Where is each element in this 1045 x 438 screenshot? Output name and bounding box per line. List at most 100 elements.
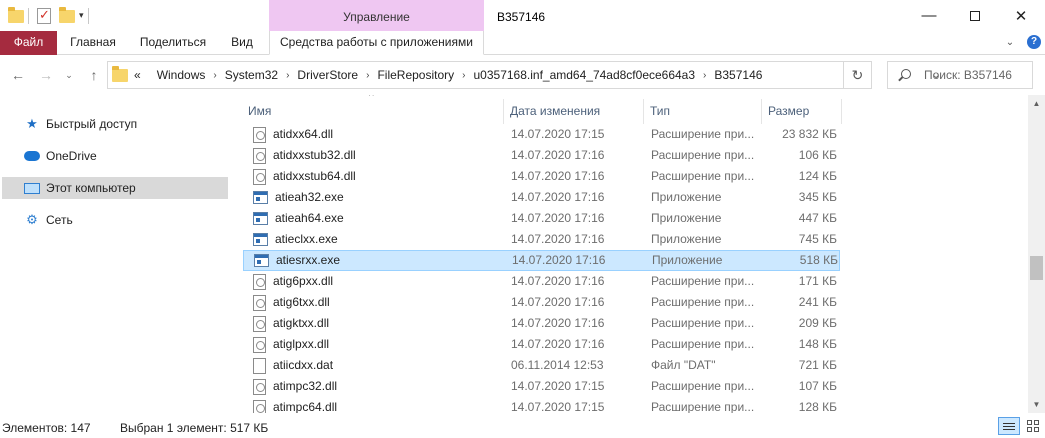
folder-icon — [112, 65, 128, 82]
expand-ribbon-chevron-icon[interactable]: ⌄ — [1002, 35, 1018, 51]
table-row[interactable]: atigktxx.dll 14.07.2020 17:16 Расширение п… — [243, 313, 840, 334]
file-name-cell: atiesrxx.exe — [254, 251, 504, 270]
file-type: Расширение при... — [651, 127, 755, 141]
vertical-scrollbar[interactable]: ▲ ▼ — [1028, 95, 1045, 413]
customize-toolbar-chevron-icon[interactable]: ▾ — [79, 10, 84, 21]
search-icon — [898, 69, 911, 81]
folder-icon — [8, 7, 24, 23]
properties-icon[interactable] — [37, 7, 51, 24]
scroll-down-icon[interactable]: ▼ — [1028, 396, 1045, 413]
breadcrumb-overflow[interactable]: « — [134, 68, 141, 82]
column-header-name[interactable]: Имя — [242, 99, 504, 124]
refresh-button[interactable]: ↻ — [844, 61, 872, 89]
minimize-button[interactable]: — — [906, 0, 952, 31]
selection-info: Выбран 1 элемент: 517 КБ — [120, 421, 269, 435]
table-row[interactable]: atimpc32.dll 14.07.2020 17:15 Расширение п… — [243, 376, 840, 397]
tab-share[interactable]: Поделиться — [133, 31, 213, 55]
file-date: 14.07.2020 17:15 — [511, 127, 605, 141]
file-size: 447 КБ — [798, 211, 837, 225]
file-name-cell: atidxxstub64.dll — [253, 166, 503, 187]
file-name-cell: atidxxstub32.dll — [253, 145, 503, 166]
sidebar-item-label: Быстрый доступ — [46, 117, 138, 131]
table-row[interactable]: atiesrxx.exe 14.07.2020 17:16 Приложение 51… — [243, 250, 840, 271]
sidebar-item-label: OneDrive — [46, 149, 97, 163]
tab-file[interactable]: Файл — [0, 31, 57, 55]
file-name: atig6pxx.dll — [273, 274, 334, 288]
file-size: 518 КБ — [799, 253, 838, 267]
sidebar-item-network[interactable]: ⚙ Сеть — [2, 209, 228, 231]
exe-file-icon — [253, 191, 268, 204]
new-folder-icon[interactable] — [59, 7, 75, 23]
scroll-up-icon[interactable]: ▲ — [1028, 95, 1045, 112]
file-type: Приложение — [651, 232, 722, 246]
exe-file-icon — [253, 212, 268, 225]
file-date: 14.07.2020 17:16 — [511, 148, 605, 162]
table-row[interactable]: atidxxstub64.dll 14.07.2020 17:16 Расширен… — [243, 166, 840, 187]
table-row[interactable]: atieah64.exe 14.07.2020 17:16 Приложение 44… — [243, 208, 840, 229]
dll-file-icon — [253, 147, 266, 164]
breadcrumb-separator[interactable]: › — [213, 70, 216, 81]
table-row[interactable]: atidxx64.dll 14.07.2020 17:15 Расширение п… — [243, 124, 840, 145]
up-button[interactable]: ↑ — [84, 65, 104, 85]
help-icon[interactable]: ? — [1027, 35, 1041, 49]
sidebar-item-quick-access[interactable]: ★ Быстрый доступ — [2, 113, 228, 135]
breadcrumb-current[interactable]: B357146 — [714, 68, 762, 82]
address-bar[interactable]: « Windows › System32 › DriverStore › Fil… — [107, 61, 940, 89]
breadcrumb-separator[interactable]: › — [462, 70, 465, 81]
file-date: 14.07.2020 17:16 — [511, 274, 605, 288]
scrollbar-thumb[interactable] — [1030, 256, 1043, 280]
table-row[interactable]: atiicdxx.dat 06.11.2014 12:53 Файл "DAT" 72… — [243, 355, 840, 376]
breadcrumb-system32[interactable]: System32 — [225, 68, 278, 82]
large-icons-view-icon[interactable] — [1023, 417, 1043, 435]
forward-button[interactable]: → — [36, 65, 56, 85]
sidebar-item-this-pc[interactable]: Этот компьютер — [2, 177, 228, 199]
recent-locations-chevron-icon[interactable]: ⌄ — [62, 65, 76, 85]
close-button[interactable]: ✕ — [998, 0, 1044, 31]
column-header-date[interactable]: Дата изменения — [504, 99, 644, 124]
table-row[interactable]: atidxxstub32.dll 14.07.2020 17:16 Расширен… — [243, 145, 840, 166]
file-name: atimpc64.dll — [273, 400, 338, 413]
breadcrumb-separator[interactable]: › — [703, 70, 706, 81]
exe-file-icon — [253, 233, 268, 246]
file-name: atigktxx.dll — [273, 316, 330, 330]
breadcrumb-separator[interactable]: › — [286, 70, 289, 81]
file-size: 128 КБ — [798, 400, 837, 413]
table-row[interactable]: atimpc64.dll 14.07.2020 17:15 Расширение п… — [243, 397, 840, 413]
maximize-icon — [970, 10, 980, 21]
file-size: 106 КБ — [798, 148, 837, 162]
file-name: atidxxstub64.dll — [273, 169, 356, 183]
file-size: 345 КБ — [798, 190, 837, 204]
file-type: Файл "DAT" — [651, 358, 716, 372]
file-date: 14.07.2020 17:16 — [511, 190, 605, 204]
column-header-size[interactable]: Размер — [762, 99, 842, 124]
table-row[interactable]: atig6pxx.dll 14.07.2020 17:16 Расширение п… — [243, 271, 840, 292]
file-name-cell: atiicdxx.dat — [253, 355, 503, 376]
breadcrumb-driverstore[interactable]: DriverStore — [297, 68, 358, 82]
table-row[interactable]: atieclxx.exe 14.07.2020 17:16 Приложение 74… — [243, 229, 840, 250]
table-row[interactable]: atieah32.exe 14.07.2020 17:16 Приложение 34… — [243, 187, 840, 208]
dll-file-icon — [253, 336, 266, 353]
tab-application-tools[interactable]: Средства работы с приложениями — [269, 31, 484, 55]
breadcrumb-separator[interactable]: › — [366, 70, 369, 81]
breadcrumb-filerepository[interactable]: FileRepository — [377, 68, 454, 82]
table-row[interactable]: atig6txx.dll 14.07.2020 17:16 Расширение п… — [243, 292, 840, 313]
file-name-cell: atig6pxx.dll — [253, 271, 503, 292]
details-view-icon[interactable] — [998, 417, 1020, 435]
sidebar-item-onedrive[interactable]: OneDrive — [2, 145, 228, 167]
file-type: Приложение — [652, 253, 723, 267]
maximize-button[interactable] — [952, 0, 998, 31]
tab-home[interactable]: Главная — [63, 31, 123, 55]
search-input[interactable]: Поиск: B357146 — [887, 61, 1033, 89]
cloud-icon — [24, 148, 40, 164]
file-name-cell: atimpc64.dll — [253, 397, 503, 413]
file-name: atieclxx.exe — [275, 232, 338, 246]
tab-view[interactable]: Вид — [223, 31, 261, 55]
breadcrumb-inf-folder[interactable]: u0357168.inf_amd64_74ad8cf0ece664a3 — [474, 68, 696, 82]
column-header-type[interactable]: Тип — [644, 99, 762, 124]
file-name: atiesrxx.exe — [276, 253, 341, 267]
back-button[interactable]: ← — [8, 65, 28, 85]
breadcrumb-windows[interactable]: Windows — [157, 68, 206, 82]
file-date: 14.07.2020 17:16 — [511, 211, 605, 225]
file-name-cell: atidxx64.dll — [253, 124, 503, 145]
table-row[interactable]: atiglpxx.dll 14.07.2020 17:16 Расширение п… — [243, 334, 840, 355]
